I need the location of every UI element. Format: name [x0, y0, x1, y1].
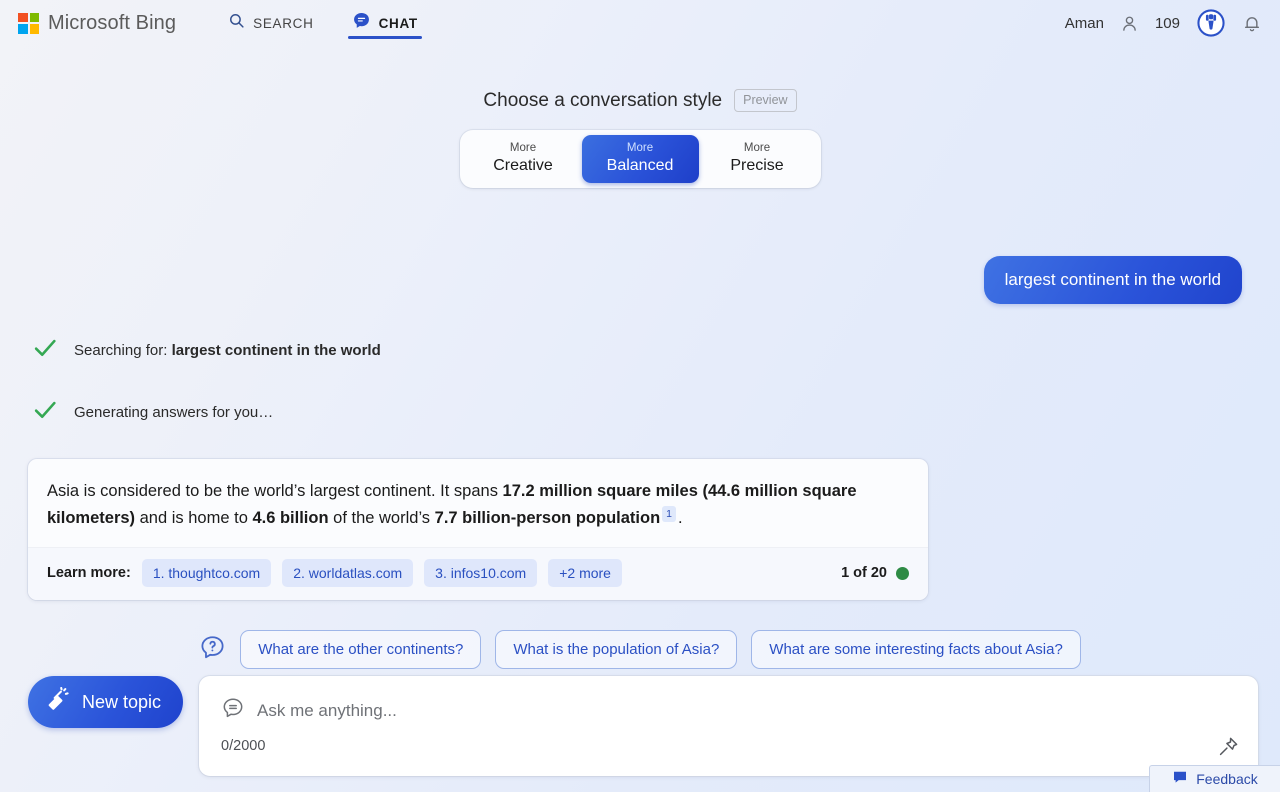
turn-counter: 1 of 20: [841, 565, 909, 581]
answer-sources-footer: Learn more: 1. thoughtco.com 2. worldatl…: [28, 547, 928, 601]
check-icon: [32, 397, 58, 428]
style-option-precise[interactable]: More Precise: [699, 135, 816, 183]
composer-input[interactable]: Ask me anything...: [257, 701, 397, 721]
question-bubble-icon: [199, 634, 226, 666]
new-topic-button[interactable]: New topic: [28, 676, 184, 728]
brand-name: Microsoft Bing: [48, 11, 177, 34]
composer-input-row: Ask me anything...: [199, 676, 1258, 725]
bell-icon[interactable]: [1242, 13, 1262, 33]
broom-icon: [44, 686, 70, 718]
status-step-label: Searching for: largest continent in the …: [74, 342, 381, 359]
chat-bubble-icon: [352, 11, 371, 35]
chat-bubble-outline-icon: [221, 696, 245, 725]
feedback-label: Feedback: [1196, 771, 1258, 787]
source-chip-2[interactable]: 2. worldatlas.com: [282, 559, 414, 588]
rewards-count: 109: [1154, 14, 1180, 32]
composer-input-wrapper[interactable]: Ask me anything... 0/2000: [199, 676, 1258, 776]
pin-icon[interactable]: [1216, 735, 1240, 764]
status-step-generating: Generating answers for you…: [28, 397, 1252, 428]
style-heading-row: Choose a conversation style Preview: [483, 89, 797, 112]
answer-card: Asia is considered to be the world’s lar…: [28, 459, 928, 601]
microsoft-squares-logo-icon: [18, 12, 39, 34]
status-step-searching: Searching for: largest continent in the …: [28, 335, 1252, 366]
conversation-style-section: Choose a conversation style Preview More…: [0, 89, 1280, 188]
character-counter: 0/2000: [221, 738, 266, 754]
feedback-button[interactable]: Feedback: [1149, 765, 1280, 792]
rewards-medal-icon[interactable]: [1196, 8, 1226, 38]
person-icon[interactable]: [1120, 14, 1139, 33]
brand[interactable]: Microsoft Bing: [18, 12, 176, 35]
page-title: Choose a conversation style: [483, 89, 723, 111]
style-option-main: Creative: [493, 156, 553, 174]
search-icon: [228, 12, 245, 34]
suggestion-chip-3[interactable]: What are some interesting facts about As…: [751, 630, 1081, 670]
status-step-label: Generating answers for you…: [74, 404, 274, 421]
check-icon: [32, 335, 58, 366]
source-chip-more[interactable]: +2 more: [548, 559, 622, 588]
status-dot-icon: [896, 566, 909, 580]
app-header: Microsoft Bing SEARCH CHAT Aman 109: [0, 0, 1280, 46]
user-message-bubble: largest continent in the world: [983, 256, 1242, 304]
answer-text: Asia is considered to be the world’s lar…: [47, 482, 857, 527]
new-topic-label: New topic: [82, 691, 162, 712]
turn-counter-label: 1 of 20: [841, 565, 887, 582]
tab-search-label: SEARCH: [253, 15, 314, 31]
learn-more-label: Learn more:: [47, 565, 131, 582]
style-option-sub: More: [626, 142, 654, 155]
suggested-questions: What are the other continents? What is t…: [28, 630, 1252, 670]
user-message-row: largest continent in the world: [28, 256, 1252, 304]
chat-thread: largest continent in the world Searching…: [0, 256, 1280, 670]
feedback-bubble-icon: [1172, 769, 1188, 790]
style-option-main: Precise: [730, 156, 784, 174]
preview-badge: Preview: [734, 89, 797, 112]
style-option-creative[interactable]: More Creative: [465, 135, 582, 183]
tab-chat-label: CHAT: [378, 15, 418, 31]
header-right-cluster: Aman 109: [1065, 8, 1262, 38]
conversation-style-switch: More Creative More Balanced More Precise: [459, 130, 821, 188]
suggestion-chip-1[interactable]: What are the other continents?: [240, 630, 482, 670]
account-name: Aman: [1064, 14, 1104, 32]
style-option-sub: More: [743, 142, 771, 155]
style-option-main: Balanced: [606, 156, 674, 174]
source-chip-3[interactable]: 3. infos10.com: [424, 559, 538, 588]
tab-search[interactable]: SEARCH: [224, 0, 317, 46]
style-option-balanced[interactable]: More Balanced: [581, 135, 699, 183]
composer: New topic Ask me anything... 0/2000: [28, 676, 1258, 776]
citation-badge[interactable]: 1: [662, 505, 676, 523]
header-nav-tabs: SEARCH CHAT: [224, 0, 423, 46]
style-option-sub: More: [509, 142, 537, 155]
suggestion-chip-2[interactable]: What is the population of Asia?: [495, 630, 738, 670]
tab-chat[interactable]: CHAT: [347, 0, 423, 46]
source-chip-1[interactable]: 1. thoughtco.com: [141, 559, 272, 588]
